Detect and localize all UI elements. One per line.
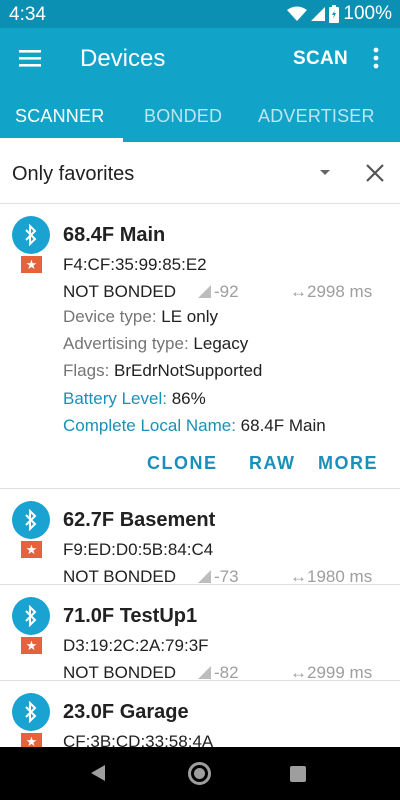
detail-advertising-type: Advertising type: Legacy [63, 334, 249, 353]
bond-state: NOT BONDED [63, 282, 177, 301]
device-name: 71.0F TestUp1 [63, 605, 198, 627]
device-address: F9:ED:D0:5B:84:C4 [63, 540, 214, 559]
left-right-arrow-icon: ↔ [290, 567, 307, 586]
star-icon[interactable]: ★ [21, 256, 42, 273]
advertising-interval: ↔1980 ms [290, 567, 373, 586]
star-icon[interactable]: ★ [21, 541, 42, 558]
recent-apps-icon[interactable] [290, 766, 306, 782]
star-icon[interactable]: ★ [21, 637, 42, 654]
tab-advertiser[interactable]: ADVERTISER [258, 106, 375, 127]
device-card[interactable]: ★ 71.0F TestUp1 D3:19:2C:2A:79:3F NOT BO… [0, 585, 400, 683]
app-bar: Devices SCAN [0, 28, 400, 90]
left-right-arrow-icon: ↔ [290, 282, 307, 301]
detail-battery-level: Battery Level: 86% [63, 389, 206, 408]
signal-icon [198, 666, 211, 679]
more-vert-icon[interactable] [364, 44, 388, 74]
caret-down-icon[interactable] [320, 170, 330, 175]
device-card[interactable]: ★ 23.0F Garage CF:3B:CD:33:58:4A [0, 681, 400, 747]
battery-percent: 100% [343, 3, 392, 24]
bluetooth-icon [12, 501, 50, 539]
rssi-value: -82 [198, 663, 239, 683]
device-address: F4:CF:35:99:85:E2 [63, 255, 207, 274]
battery-icon [329, 5, 340, 23]
status-time: 4:34 [9, 4, 46, 25]
device-address: D3:19:2C:2A:79:3F [63, 636, 209, 655]
bluetooth-icon [12, 216, 50, 254]
tab-scanner[interactable]: SCANNER [15, 106, 104, 127]
status-bar: 4:34 100% [0, 0, 400, 28]
back-icon[interactable] [91, 765, 105, 781]
system-nav-bar [0, 747, 400, 800]
more-button[interactable]: MORE [318, 453, 378, 474]
tab-bar: SCANNER BONDED ADVERTISER [0, 90, 400, 142]
detail-flags: Flags: BrEdrNotSupported [63, 361, 263, 380]
page-title: Devices [80, 45, 166, 72]
bond-state: NOT BONDED [63, 567, 177, 586]
rssi-value: -73 [198, 567, 239, 587]
device-list: ★ 68.4F Main F4:CF:35:99:85:E2 NOT BONDE… [0, 204, 400, 747]
close-icon[interactable] [364, 162, 386, 184]
device-card[interactable]: ★ 62.7F Basement F9:ED:D0:5B:84:C4 NOT B… [0, 489, 400, 587]
device-name: 62.7F Basement [63, 509, 216, 531]
clone-button[interactable]: CLONE [147, 453, 218, 474]
home-icon[interactable] [188, 762, 211, 785]
detail-device-type: Device type: LE only [63, 307, 218, 326]
advertising-interval: ↔2998 ms [290, 282, 373, 301]
bluetooth-icon [12, 597, 50, 635]
wifi-icon [287, 6, 308, 21]
hamburger-icon[interactable] [18, 48, 44, 70]
left-right-arrow-icon: ↔ [290, 663, 307, 682]
bluetooth-icon [12, 693, 50, 731]
system-icons: 100% [287, 3, 392, 25]
filter-label[interactable]: Only favorites [12, 163, 134, 186]
signal-strength-icon [311, 7, 326, 21]
advertising-interval: ↔2999 ms [290, 663, 373, 682]
rssi-value: -92 [198, 282, 239, 302]
filter-bar[interactable]: Only favorites [0, 142, 400, 204]
device-address: CF:3B:CD:33:58:4A [63, 732, 214, 747]
device-name: 68.4F Main [63, 224, 166, 246]
raw-button[interactable]: RAW [249, 453, 296, 474]
bond-state: NOT BONDED [63, 663, 177, 682]
signal-icon [198, 570, 211, 583]
scan-button[interactable]: SCAN [293, 48, 348, 70]
device-name: 23.0F Garage [63, 701, 189, 723]
device-card[interactable]: ★ 68.4F Main F4:CF:35:99:85:E2 NOT BONDE… [0, 204, 400, 489]
tab-bonded[interactable]: BONDED [144, 106, 222, 127]
star-icon[interactable]: ★ [21, 733, 42, 747]
detail-local-name: Complete Local Name: 68.4F Main [63, 416, 326, 435]
signal-icon [198, 285, 211, 298]
